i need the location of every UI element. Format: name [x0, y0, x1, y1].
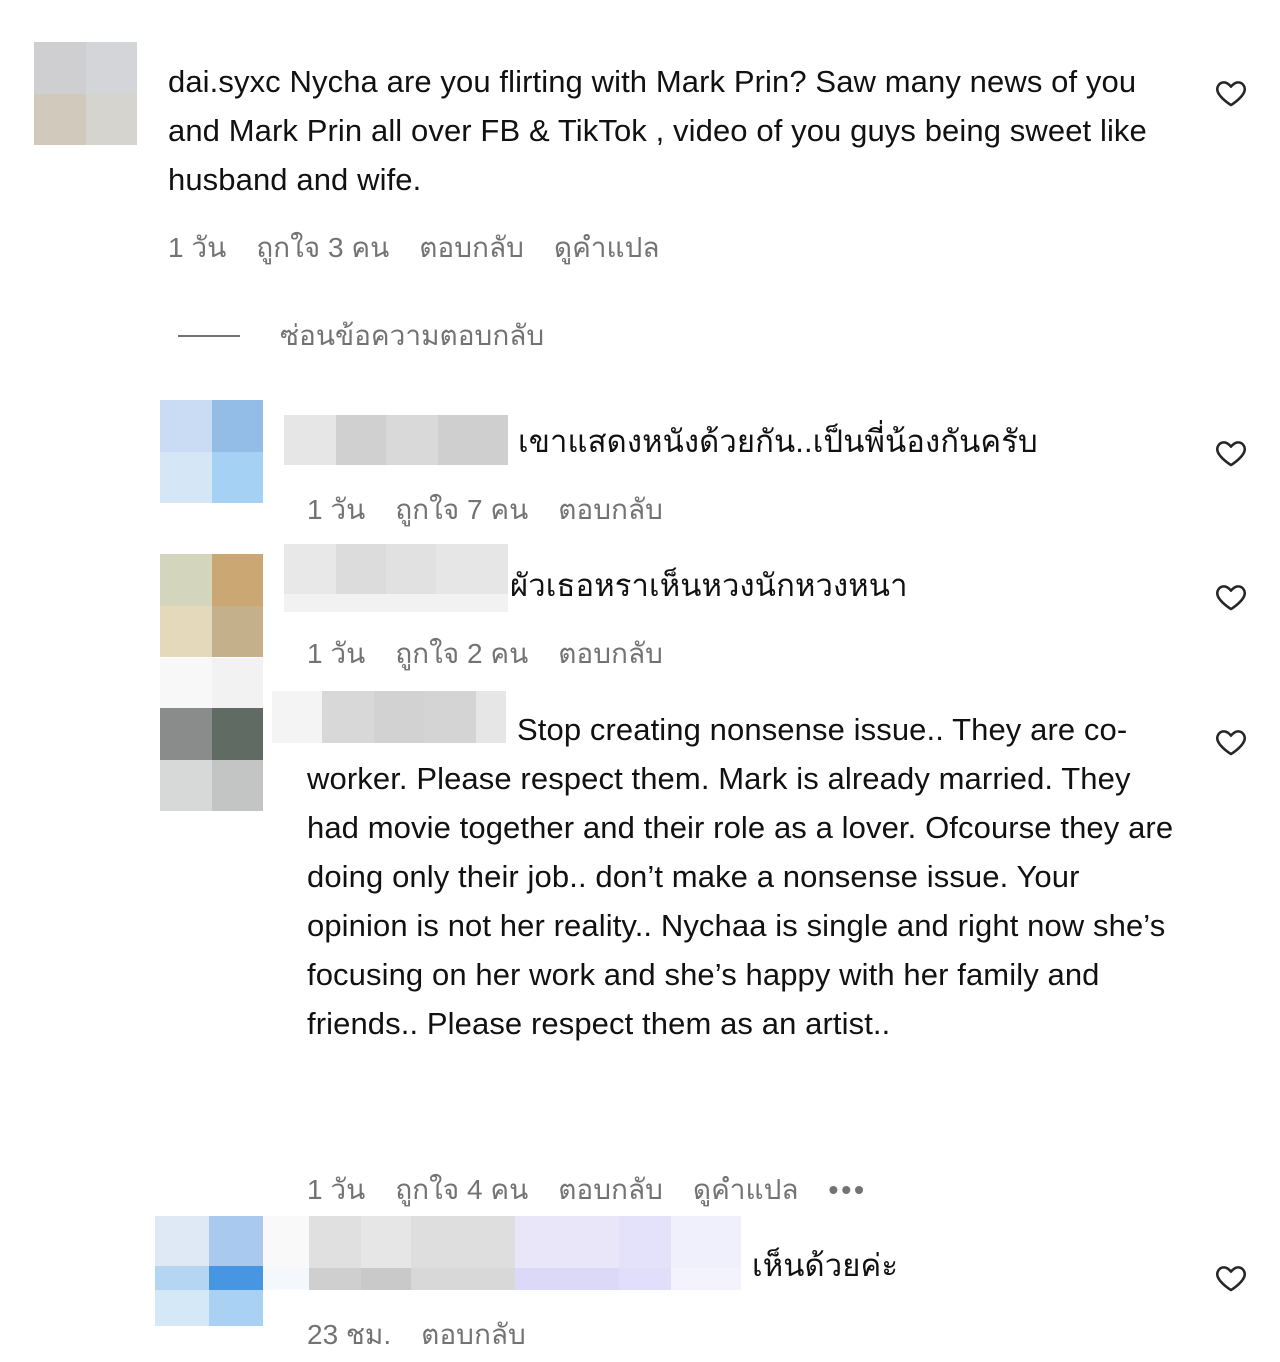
translate-button[interactable]: ดูคำแปล — [554, 226, 660, 270]
blurred-username[interactable] — [284, 544, 508, 612]
reply-text: ผัวเธอหราเห็นหวงนักหวงหนา — [510, 561, 1190, 610]
divider-line — [178, 335, 240, 337]
heart-icon[interactable] — [1214, 76, 1248, 110]
avatar[interactable] — [160, 554, 263, 657]
heart-icon[interactable] — [1214, 725, 1248, 759]
hide-replies-button[interactable]: ซ่อนข้อความตอบกลับ — [178, 314, 544, 358]
avatar[interactable] — [155, 1216, 263, 1326]
reply-meta: 23 ชม. ตอบกลับ — [307, 1313, 526, 1357]
reply-time[interactable]: 1 วัน — [307, 632, 365, 676]
avatar[interactable] — [160, 400, 263, 503]
more-options-icon[interactable]: ••• — [829, 1174, 867, 1206]
comment-meta: 1 วัน ถูกใจ 3 คน ตอบกลับ ดูคำแปล — [168, 226, 660, 270]
translate-button[interactable]: ดูคำแปล — [693, 1168, 799, 1212]
comment-text: dai.syxc Nycha are you flirting with Mar… — [168, 57, 1188, 204]
hide-replies-label: ซ่อนข้อความตอบกลับ — [280, 320, 545, 351]
avatar[interactable] — [34, 42, 137, 145]
reply-body: เห็นด้วยค่ะ — [752, 1248, 899, 1283]
heart-icon[interactable] — [1214, 580, 1248, 614]
reply-time[interactable]: 1 วัน — [307, 1168, 365, 1212]
comment-username[interactable]: dai.syxc — [168, 64, 281, 99]
reply-likes[interactable]: ถูกใจ 2 คน — [395, 632, 528, 676]
reply-body: ผัวเธอหราเห็นหวงนักหวงหนา — [510, 568, 908, 603]
comment-body: Nycha are you flirting with Mark Prin? S… — [168, 64, 1147, 197]
blurred-username[interactable] — [284, 415, 508, 465]
comment-time[interactable]: 1 วัน — [168, 226, 226, 270]
reply-likes[interactable]: ถูกใจ 4 คน — [395, 1168, 528, 1212]
heart-icon[interactable] — [1214, 436, 1248, 470]
reply-text: Stop creating nonsense issue.. They are … — [307, 705, 1187, 1048]
reply-button[interactable]: ตอบกลับ — [558, 1168, 663, 1212]
reply-text: เขาแสดงหนังด้วยกัน..เป็นพี่น้องกันครับ — [518, 417, 1198, 466]
reply-likes[interactable]: ถูกใจ 7 คน — [395, 488, 528, 532]
reply-time[interactable]: 1 วัน — [307, 488, 365, 532]
comment-likes[interactable]: ถูกใจ 3 คน — [256, 226, 389, 270]
reply-meta: 1 วัน ถูกใจ 4 คน ตอบกลับ ดูคำแปล ••• — [307, 1168, 867, 1212]
reply-button[interactable]: ตอบกลับ — [419, 226, 524, 270]
blurred-username[interactable] — [263, 1216, 741, 1290]
reply-button[interactable]: ตอบกลับ — [421, 1313, 526, 1357]
reply-button[interactable]: ตอบกลับ — [558, 488, 663, 532]
heart-icon[interactable] — [1214, 1261, 1248, 1295]
reply-text: เห็นด้วยค่ะ — [752, 1241, 1152, 1290]
reply-body: เขาแสดงหนังด้วยกัน..เป็นพี่น้องกันครับ — [518, 424, 1038, 459]
avatar[interactable] — [160, 658, 263, 811]
reply-meta: 1 วัน ถูกใจ 2 คน ตอบกลับ — [307, 632, 663, 676]
reply-button[interactable]: ตอบกลับ — [558, 632, 663, 676]
reply-meta: 1 วัน ถูกใจ 7 คน ตอบกลับ — [307, 488, 663, 532]
reply-time[interactable]: 23 ชม. — [307, 1313, 391, 1357]
reply-body: Stop creating nonsense issue.. They are … — [307, 712, 1174, 1041]
